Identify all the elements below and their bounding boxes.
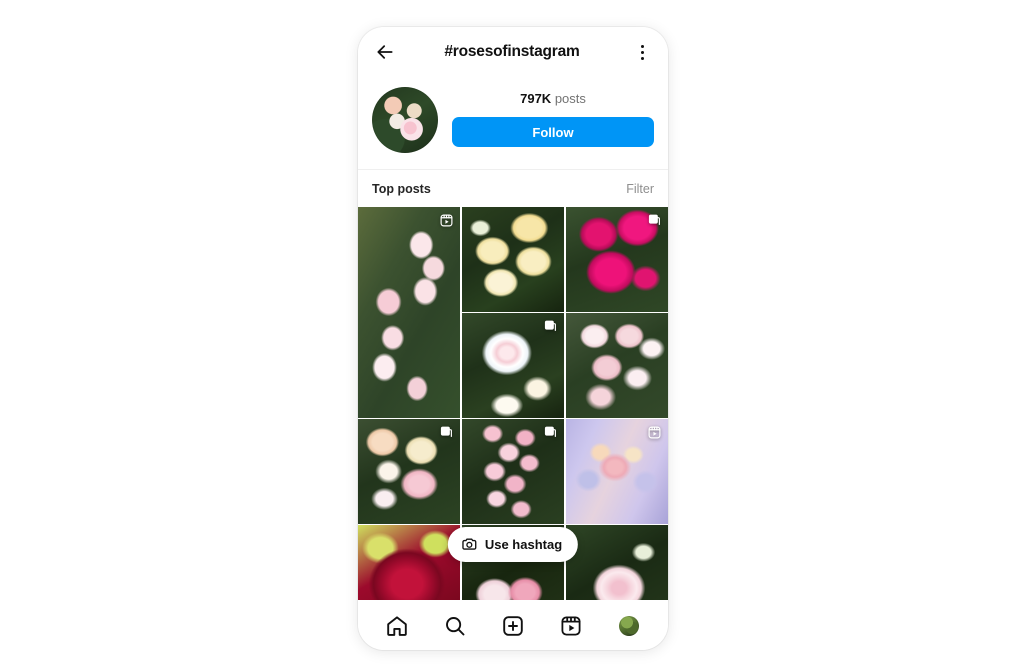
nav-create[interactable]: [495, 608, 531, 644]
reels-icon: [648, 426, 661, 439]
post-apricot-pink-roses[interactable]: [358, 419, 461, 524]
post-garden-pink-roses[interactable]: [358, 207, 461, 418]
camera-icon: [462, 538, 477, 550]
phone-frame: #rosesofinstagram 797K posts Follow Top …: [358, 27, 668, 650]
carousel-icon: [545, 320, 557, 331]
arrow-left-icon: [377, 45, 393, 59]
top-posts-header: Top posts Filter: [358, 169, 668, 207]
profile-avatar: [619, 615, 639, 636]
more-options-button[interactable]: [630, 39, 654, 65]
nav-home[interactable]: [379, 608, 415, 644]
follow-button[interactable]: Follow: [452, 117, 654, 147]
reels-icon: [440, 214, 453, 227]
posts-count-row: 797K posts: [520, 91, 586, 106]
nav-reels[interactable]: [553, 608, 589, 644]
post-pink-climbing-roses[interactable]: [461, 419, 565, 524]
post-pale-rose-cluster[interactable]: [565, 313, 668, 418]
nav-search[interactable]: [437, 608, 473, 644]
post-dark-red-rose[interactable]: [358, 525, 461, 600]
carousel-icon: [545, 426, 557, 437]
top-app-bar: #rosesofinstagram: [358, 27, 668, 77]
carousel-icon: [648, 214, 660, 225]
post-cream-yellow-roses[interactable]: [461, 207, 565, 312]
home-icon: [387, 615, 407, 636]
use-hashtag-label: Use hashtag: [484, 537, 563, 552]
filter-button[interactable]: Filter: [626, 182, 654, 196]
nav-profile[interactable]: [611, 608, 647, 644]
profile-details: 797K posts Follow: [452, 87, 654, 147]
more-vertical-icon: [640, 44, 644, 48]
post-white-blue-rose[interactable]: [461, 313, 565, 418]
hashtag-avatar: [372, 87, 438, 153]
screenshot-canvas: #rosesofinstagram 797K posts Follow Top …: [0, 0, 1024, 672]
reels-icon: [561, 616, 581, 636]
hashtag-profile-block: 797K posts Follow: [358, 77, 668, 169]
use-hashtag-button[interactable]: Use hashtag: [447, 527, 579, 562]
post-magenta-roses[interactable]: [565, 207, 668, 312]
posts-grid-container: Use hashtag: [358, 207, 668, 600]
more-vertical-icon: [640, 56, 644, 60]
search-icon: [446, 616, 465, 635]
bottom-navigation-bar: [358, 600, 668, 650]
posts-count: 797K: [520, 91, 552, 106]
page-title: #rosesofinstagram: [444, 43, 580, 60]
more-vertical-icon: [640, 50, 644, 54]
section-title: Top posts: [372, 181, 431, 196]
posts-label: posts: [554, 91, 586, 106]
post-pastel-bouquet[interactable]: [565, 419, 668, 524]
carousel-icon: [441, 426, 453, 437]
plus-square-icon: [503, 615, 523, 636]
post-pink-open-rose[interactable]: [565, 525, 668, 600]
